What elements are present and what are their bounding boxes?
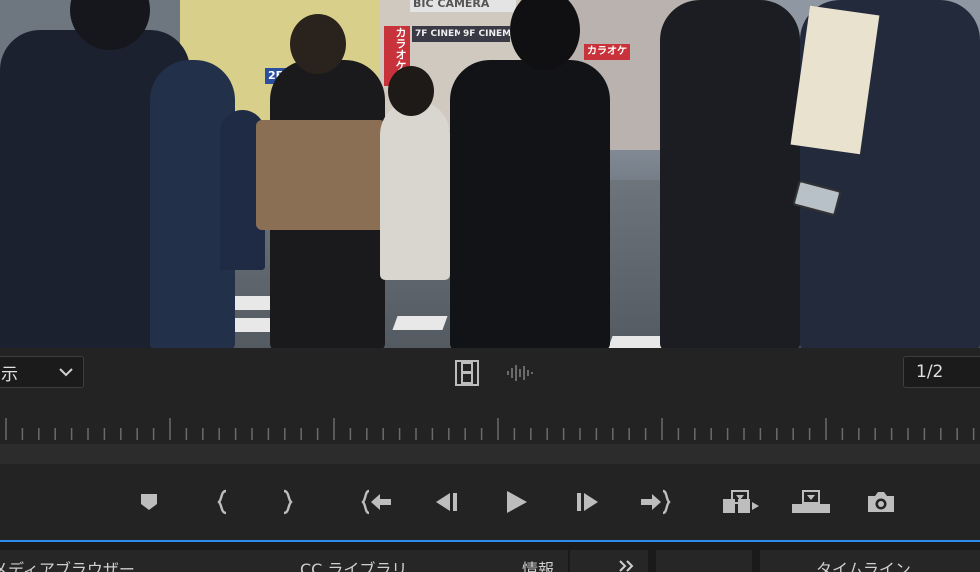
step-forward-icon	[577, 493, 598, 511]
mark-out-button[interactable]	[269, 484, 305, 520]
zoom-scroll-bar[interactable]	[0, 444, 980, 464]
time-ruler-ticks	[5, 418, 975, 440]
program-monitor-video: BIC CAMERA カラオケ 7F CINEMA 9F CINEMA 2F カ…	[0, 0, 980, 348]
overwrite-button[interactable]	[791, 484, 831, 520]
double-chevron-icon[interactable]	[618, 560, 636, 572]
add-marker-button[interactable]	[131, 484, 167, 520]
time-ruler[interactable]	[0, 400, 980, 444]
crosswalk-stripe	[392, 316, 448, 330]
person-head	[388, 66, 434, 116]
overwrite-icon	[792, 490, 830, 513]
audio-waveform-icon[interactable]	[505, 362, 535, 384]
monitor-control-row: 示 1/2	[0, 348, 980, 400]
play-icon	[507, 491, 527, 513]
go-to-out-button[interactable]	[637, 484, 673, 520]
insert-button[interactable]	[721, 484, 761, 520]
tools-panel-header	[656, 550, 752, 572]
person-suit	[660, 0, 800, 348]
zoom-level-value: 示	[1, 364, 18, 385]
step-forward-button[interactable]	[570, 484, 606, 520]
person-white-coat	[380, 100, 450, 280]
film-strip-icon[interactable]	[455, 360, 479, 386]
tab-libraries[interactable]: CC ライブラリ	[300, 556, 407, 572]
tab-divider	[568, 550, 570, 572]
mark-in-icon	[217, 489, 227, 515]
play-button[interactable]	[498, 484, 534, 520]
bottom-panel-area: メディアブラウザー CC ライブラリ 情報 タイムライン	[0, 542, 980, 572]
tab-media-browser[interactable]: メディアブラウザー	[0, 556, 135, 572]
timeline-panel-header: タイムライン	[760, 550, 980, 572]
step-back-icon	[436, 493, 457, 511]
go-to-out-icon	[641, 489, 671, 515]
project-panel-header: メディアブラウザー CC ライブラリ 情報	[0, 550, 648, 572]
mark-out-icon	[283, 489, 293, 515]
cinema-sign-2: 9F CINEMA	[460, 26, 510, 42]
camera-icon	[868, 492, 894, 512]
mark-in-button[interactable]	[205, 484, 241, 520]
person-head	[290, 14, 346, 74]
marker-icon	[141, 494, 157, 510]
transport-controls	[0, 464, 980, 540]
go-to-in-icon	[361, 489, 391, 515]
person-center-dark	[450, 60, 610, 348]
cinema-sign: 7F CINEMA	[412, 26, 462, 42]
export-frame-button[interactable]	[863, 484, 899, 520]
tab-info[interactable]: 情報	[522, 556, 554, 572]
step-back-button[interactable]	[428, 484, 464, 520]
playback-resolution-select[interactable]: 1/2	[903, 356, 980, 388]
chevron-down-icon	[59, 368, 73, 377]
tab-timeline[interactable]: タイムライン	[816, 556, 911, 572]
karaoke-sign-red: カラオケ	[584, 44, 630, 60]
go-to-in-button[interactable]	[359, 484, 395, 520]
tote-bag	[256, 120, 386, 230]
store-sign: BIC CAMERA	[410, 0, 516, 12]
zoom-level-select[interactable]: 示	[0, 356, 84, 388]
playback-resolution-value: 1/2	[916, 362, 944, 382]
insert-icon	[723, 490, 759, 513]
